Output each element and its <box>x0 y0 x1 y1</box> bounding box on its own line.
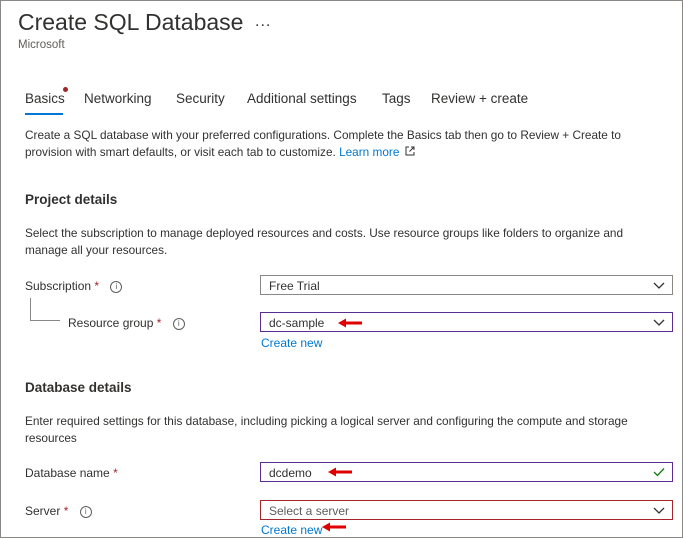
tab-error-indicator <box>63 87 68 92</box>
chevron-down-icon <box>653 282 665 289</box>
chevron-down-icon <box>653 507 665 514</box>
server-select[interactable]: Select a server <box>260 500 673 520</box>
resource-group-value: dc-sample <box>269 316 325 330</box>
red-arrow-annotation <box>338 318 362 328</box>
learn-more-label: Learn more <box>339 145 400 159</box>
required-mark: * <box>156 316 162 330</box>
page-title: Create SQL Database <box>18 9 244 35</box>
publisher-label: Microsoft <box>18 39 65 51</box>
checkmark-icon <box>653 468 665 477</box>
create-sql-database-blade: Create SQL Database ... Microsoft Basics… <box>0 0 683 538</box>
required-mark: * <box>94 279 100 293</box>
required-mark: * <box>63 504 69 518</box>
resource-group-label-text: Resource group <box>68 316 154 330</box>
database-name-input[interactable]: dcdemo <box>260 462 673 482</box>
chevron-down-icon <box>653 319 665 326</box>
intro-description: Create a SQL database with your preferre… <box>25 128 621 159</box>
database-name-label: Database name * <box>25 466 118 480</box>
external-link-icon <box>405 146 415 156</box>
info-icon[interactable]: i <box>172 317 185 330</box>
subscription-select[interactable]: Free Trial <box>260 275 673 295</box>
database-details-description: Enter required settings for this databas… <box>25 414 628 445</box>
project-details-heading: Project details <box>25 192 118 207</box>
tree-connector <box>30 298 31 320</box>
red-arrow-annotation <box>322 522 346 532</box>
tab-tags[interactable]: Tags <box>382 91 411 106</box>
subscription-label: Subscription * i <box>25 279 123 293</box>
tree-connector <box>30 320 60 321</box>
subscription-value: Free Trial <box>269 279 320 293</box>
project-details-description: Select the subscription to manage deploy… <box>25 226 624 257</box>
create-new-server-link[interactable]: Create new <box>261 523 322 537</box>
info-icon[interactable]: i <box>79 505 92 518</box>
database-name-label-text: Database name <box>25 466 110 480</box>
tab-active-indicator <box>25 113 63 115</box>
tab-review-create[interactable]: Review + create <box>431 91 528 106</box>
required-mark: * <box>113 466 118 480</box>
tab-additional-settings[interactable]: Additional settings <box>247 91 357 106</box>
resource-group-label: Resource group * i <box>68 316 185 330</box>
tab-networking[interactable]: Networking <box>84 91 152 106</box>
subscription-label-text: Subscription <box>25 279 92 293</box>
tab-security[interactable]: Security <box>176 91 225 106</box>
server-placeholder: Select a server <box>269 504 350 518</box>
database-details-heading: Database details <box>25 380 132 395</box>
server-label-text: Server <box>25 504 61 518</box>
learn-more-link[interactable]: Learn more <box>339 145 415 159</box>
tab-basics[interactable]: Basics <box>25 91 65 106</box>
create-new-resource-group-link[interactable]: Create new <box>261 336 322 350</box>
database-name-value: dcdemo <box>269 466 312 480</box>
info-icon[interactable]: i <box>110 280 123 293</box>
intro-text: Create a SQL database with your preferre… <box>25 127 655 161</box>
more-icon[interactable]: ... <box>255 13 271 31</box>
resource-group-select[interactable]: dc-sample <box>260 312 673 332</box>
server-label: Server * i <box>25 504 92 518</box>
red-arrow-annotation <box>328 467 352 477</box>
